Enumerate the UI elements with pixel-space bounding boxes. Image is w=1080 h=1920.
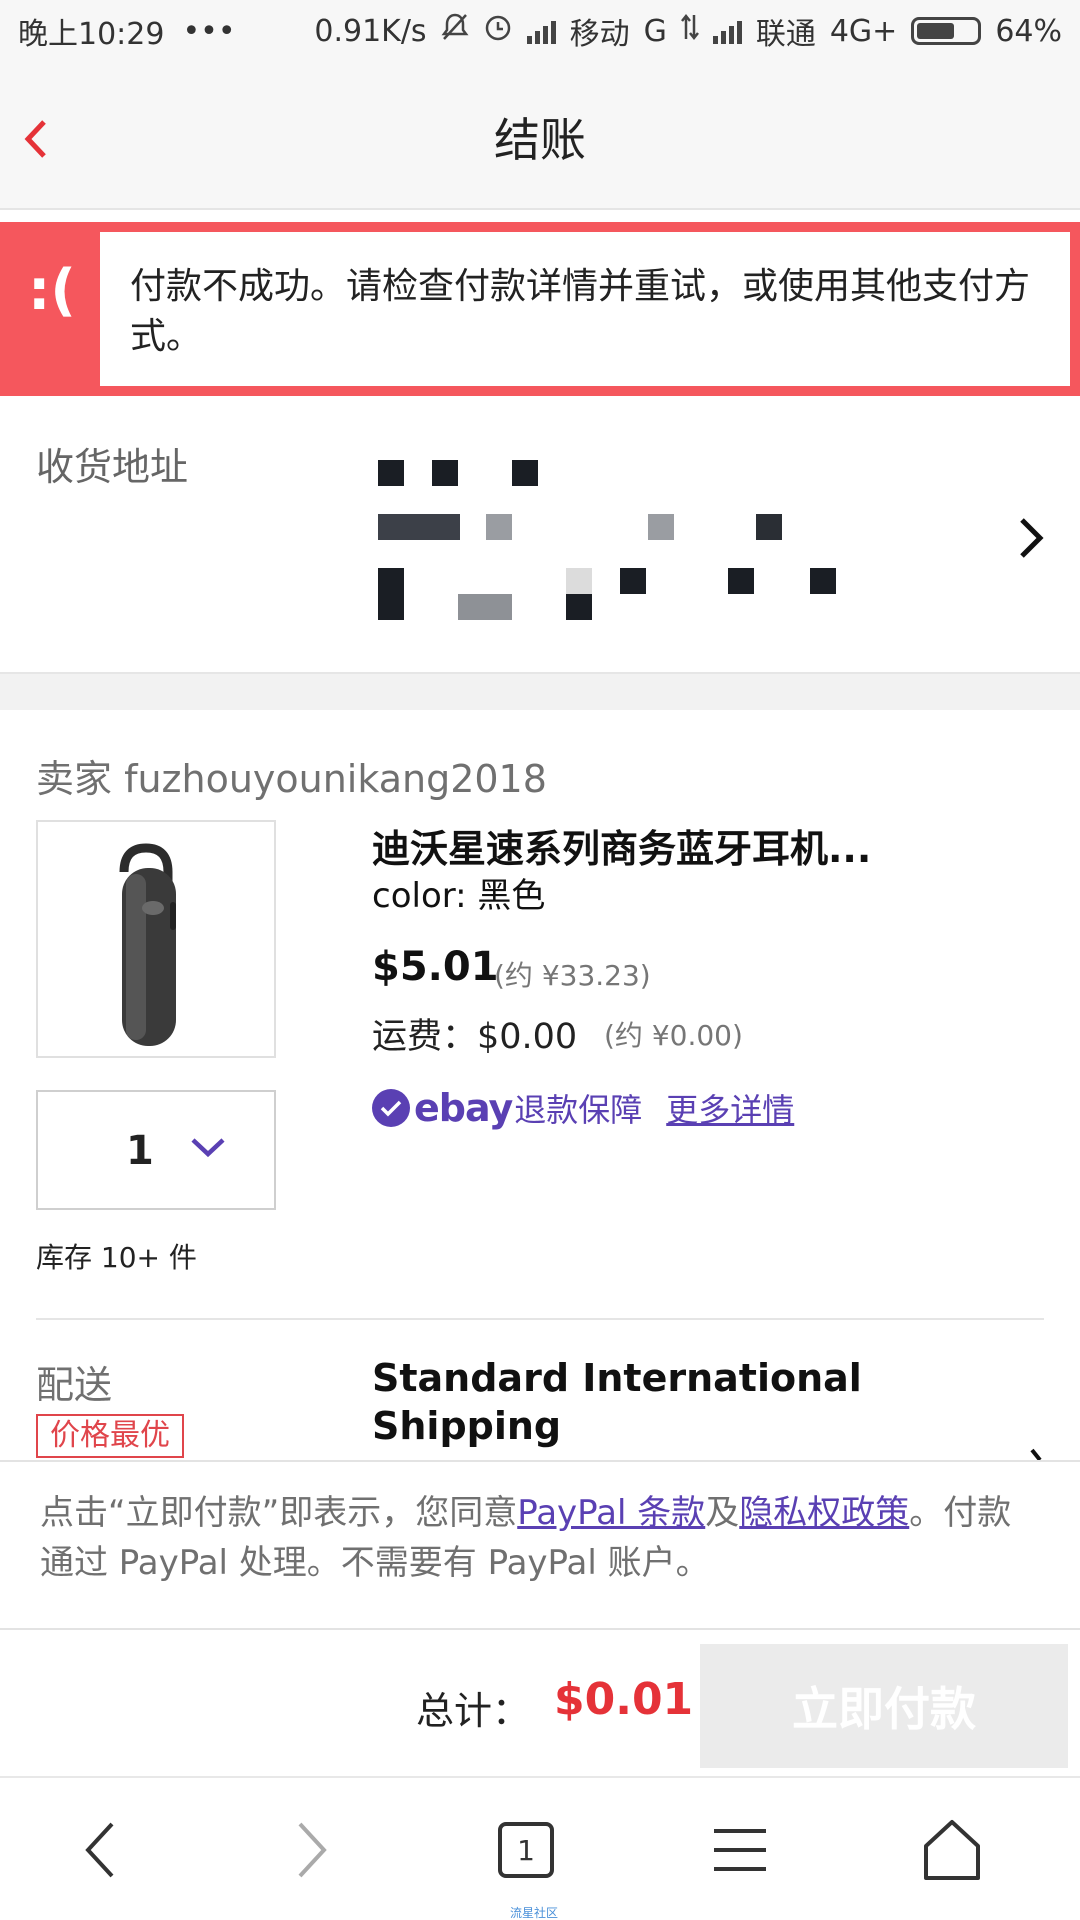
guarantee-text: 退款保障 bbox=[514, 1091, 643, 1129]
delivery-label: 配送 bbox=[36, 1363, 113, 1407]
seller-name: 卖家 fuzhouyounikang2018 bbox=[36, 757, 547, 801]
address-label: 收货地址 bbox=[36, 445, 189, 489]
menu-icon bbox=[714, 1829, 766, 1871]
section-divider bbox=[0, 672, 1080, 710]
terms-prefix: 点击“立即付款”即表示，您同意 bbox=[40, 1493, 518, 1533]
divider bbox=[36, 1318, 1044, 1320]
arrow-right-icon bbox=[298, 1822, 327, 1878]
shipping-address-row[interactable]: 收货地址 bbox=[0, 396, 1080, 672]
page-title: 结账 bbox=[494, 113, 586, 167]
sad-face-icon: :( bbox=[28, 258, 76, 323]
money-back-guarantee: ebay 退款保障 更多详情 bbox=[372, 1086, 794, 1130]
chevron-right-icon bbox=[1020, 518, 1044, 558]
carrier-1: 移动 bbox=[569, 17, 630, 52]
ebay-logo: ebay bbox=[414, 1086, 513, 1130]
shipping-cost: 运费：$0.00 bbox=[372, 1017, 578, 1057]
pay-now-button[interactable]: 立即付款 bbox=[700, 1644, 1068, 1768]
error-message: 付款不成功。请检查付款详情并重试，或使用其他支付方式。 bbox=[100, 232, 1070, 386]
more-details-link[interactable]: 更多详情 bbox=[666, 1085, 794, 1131]
item-title[interactable]: 迪沃星速系列商务蓝牙耳机... bbox=[372, 818, 1032, 873]
data-arrows-icon bbox=[680, 13, 699, 49]
error-banner: :( 付款不成功。请检查付款详情并重试，或使用其他支付方式。 bbox=[0, 222, 1080, 396]
paypal-terms-link[interactable]: PayPal 条款 bbox=[517, 1493, 705, 1533]
network-type-1: G bbox=[643, 13, 667, 49]
item-price: $5.01 bbox=[372, 944, 499, 990]
network-type-2: 4G+ bbox=[829, 13, 898, 49]
mute-icon bbox=[441, 12, 469, 50]
alarm-icon bbox=[483, 12, 513, 50]
menu-button[interactable] bbox=[700, 1810, 780, 1890]
shipping-method[interactable]: Standard International Shipping bbox=[372, 1354, 892, 1450]
bluetooth-headset-image bbox=[119, 843, 176, 1046]
status-time: 晚上10:29 bbox=[18, 17, 165, 52]
arrow-left-icon bbox=[85, 1822, 114, 1878]
status-dots: ••• bbox=[182, 13, 236, 49]
home-button[interactable] bbox=[912, 1810, 992, 1890]
quantity-select[interactable]: 1 bbox=[36, 1090, 276, 1210]
chevron-down-icon bbox=[191, 1138, 225, 1158]
tabs-icon bbox=[498, 1822, 554, 1878]
browser-back-button[interactable] bbox=[60, 1810, 140, 1890]
carrier-2: 联通 bbox=[755, 17, 816, 52]
signal-icon bbox=[526, 18, 556, 44]
quantity-value: 1 bbox=[126, 1128, 154, 1174]
total-label: 总计： bbox=[416, 1689, 531, 1733]
browser-nav-bar: 1 bbox=[0, 1780, 1080, 1920]
watermark: 流星社区 bbox=[510, 1906, 559, 1920]
item-price-cny: (约 ¥33.23) bbox=[494, 959, 651, 992]
status-bar: 晚上10:29 ••• 0.91K/s 移动 G 联通 4G+ 64% bbox=[0, 0, 1080, 62]
checkout-total-bar: 总计： $0.01 立即付款 bbox=[0, 1630, 1080, 1778]
signal-icon bbox=[712, 18, 742, 44]
item-variant: color: 黑色 bbox=[372, 876, 546, 916]
stock-info: 库存 10+ 件 bbox=[36, 1241, 197, 1274]
home-icon bbox=[924, 1820, 980, 1880]
network-speed: 0.91K/s bbox=[314, 13, 427, 49]
product-image[interactable] bbox=[36, 820, 276, 1058]
shipping-cost-cny: (约 ¥0.00) bbox=[604, 1019, 743, 1052]
payment-terms-notice: 点击“立即付款”即表示，您同意PayPal 条款及隐私权政策。付款通过 PayP… bbox=[0, 1460, 1080, 1630]
tabs-button[interactable]: 1 bbox=[486, 1810, 566, 1890]
privacy-policy-link[interactable]: 隐私权政策 bbox=[739, 1493, 909, 1533]
chevron-right-icon bbox=[1030, 1448, 1042, 1460]
battery-icon bbox=[911, 17, 982, 45]
checkmark-icon bbox=[372, 1089, 410, 1127]
header-bar: 结账 bbox=[0, 62, 1080, 210]
terms-and: 及 bbox=[705, 1493, 740, 1533]
browser-forward-button[interactable] bbox=[272, 1810, 352, 1890]
total-amount: $0.01 bbox=[554, 1674, 694, 1725]
best-price-badge: 价格最优 bbox=[36, 1414, 184, 1458]
battery-percent: 64% bbox=[995, 13, 1062, 49]
